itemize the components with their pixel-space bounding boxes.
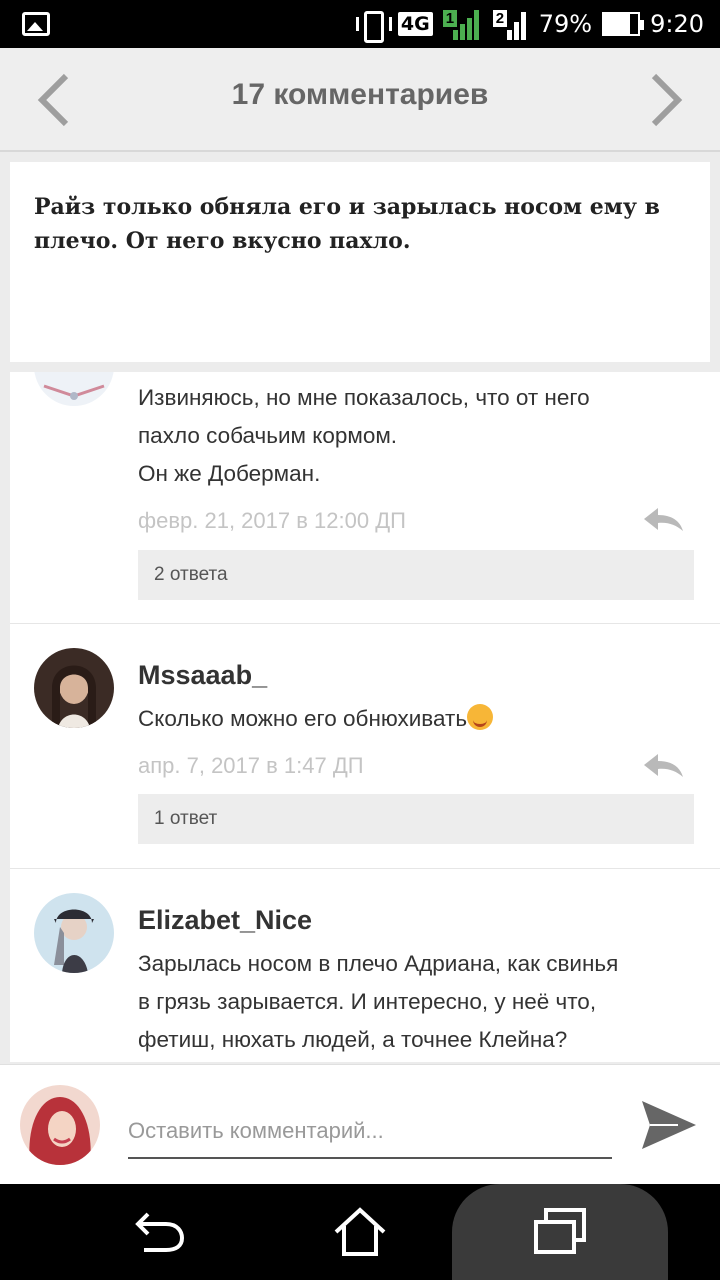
image-notification-icon	[22, 12, 50, 36]
comment-date: апр. 7, 2017 в 1:47 ДП	[138, 753, 364, 778]
comment-date: февр. 21, 2017 в 12:00 ДП	[138, 508, 406, 533]
signal-sim1-icon: 1	[442, 8, 483, 40]
home-icon[interactable]	[330, 1202, 390, 1262]
avatar[interactable]	[34, 372, 114, 406]
comment-line: Он же Доберман.	[138, 461, 321, 486]
comment-line: Сколько можно его обнюхивать	[138, 706, 468, 731]
comment-username[interactable]: Mssaaab_	[138, 660, 267, 691]
comments-list[interactable]: Извиняюсь, но мне показалось, что от нег…	[10, 372, 720, 1062]
reply-icon[interactable]	[640, 750, 686, 780]
comment-text: Зарылась носом в плечо Адриана, как свин…	[138, 945, 698, 1059]
comment-text: Сколько можно его обнюхивать	[138, 700, 698, 738]
quoted-text: Райз только обняла его и зарылась носом …	[10, 162, 710, 362]
comment-composer	[0, 1064, 720, 1184]
comment-line: Извиняюсь, но мне показалось, что от нег…	[138, 385, 590, 410]
comment-username[interactable]: Elizabet_Nice	[138, 905, 312, 936]
comment-line: фетиш, нюхать людей, а точнее Клейна?	[138, 1027, 568, 1052]
battery-percent: 79%	[538, 10, 593, 38]
comment-item: Извиняюсь, но мне показалось, что от нег…	[10, 372, 720, 624]
status-icons: 4G 1 2 79% 9:20	[354, 0, 704, 48]
avatar[interactable]	[34, 648, 114, 728]
avatar[interactable]	[34, 893, 114, 973]
network-type: 4G	[397, 12, 433, 36]
replies-button[interactable]: 2 ответа	[138, 550, 694, 600]
navigation-bar	[0, 1184, 720, 1280]
reply-icon[interactable]	[640, 504, 686, 534]
comment-input[interactable]	[128, 1105, 612, 1159]
comment-line: пахло собачьим кормом.	[138, 423, 398, 448]
back-icon[interactable]	[130, 1202, 190, 1262]
replies-button[interactable]: 1 ответ	[138, 794, 694, 844]
battery-icon	[602, 12, 645, 36]
send-icon[interactable]	[640, 1097, 698, 1153]
comment-text: Извиняюсь, но мне показалось, что от нег…	[138, 379, 698, 493]
clock: 9:20	[650, 10, 704, 38]
sim2-label: 2	[492, 10, 508, 27]
comment-line: в грязь зарывается. И интересно, у неё ч…	[138, 989, 597, 1014]
current-user-avatar	[20, 1085, 100, 1165]
recent-apps-icon[interactable]	[530, 1202, 590, 1262]
smiling-face-emoji-icon	[467, 704, 494, 730]
comment-item: Elizabet_Nice Зарылась носом в плечо Адр…	[10, 869, 720, 1062]
header: 17 комментариев	[0, 48, 720, 152]
vibrate-icon	[354, 9, 392, 43]
status-bar: 4G 1 2 79% 9:20	[0, 0, 720, 48]
signal-sim2-icon: 2	[492, 8, 529, 40]
sim1-label: 1	[442, 10, 458, 27]
comment-item: Mssaaab_ Сколько можно его обнюхивать ап…	[10, 624, 720, 869]
page-title: 17 комментариев	[231, 78, 489, 111]
comment-line: Зарылась носом в плечо Адриана, как свин…	[138, 951, 619, 976]
chevron-right-icon[interactable]	[634, 70, 694, 130]
